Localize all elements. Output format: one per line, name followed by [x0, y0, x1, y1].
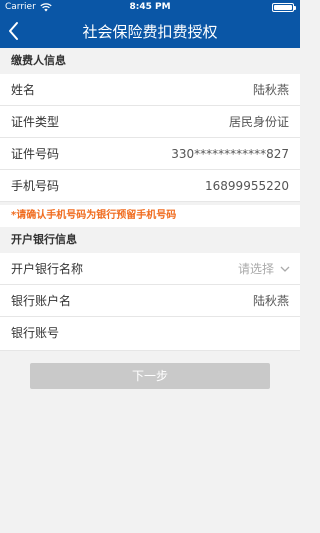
phone-warning: *请确认手机号码为银行预留手机号码	[0, 205, 300, 227]
row-id-number: 证件号码 330************827	[0, 138, 300, 170]
id-number-label: 证件号码	[11, 147, 60, 161]
status-time: 8:45 PM	[129, 2, 171, 12]
account-number-field[interactable]: 银行账号	[0, 317, 300, 351]
bank-name-label: 开户银行名称	[11, 262, 84, 276]
phone-value: 16899955220	[205, 179, 289, 193]
account-name-row[interactable]: 银行账户名 陆秋燕	[0, 285, 300, 317]
account-name-label: 银行账户名	[11, 294, 72, 308]
id-type-value: 居民身份证	[228, 115, 289, 129]
account-number-label: 银行账号	[11, 326, 60, 340]
name-value: 陆秋燕	[252, 83, 289, 97]
bank-section-header: 开户银行信息	[0, 227, 300, 253]
next-button[interactable]: 下一步	[30, 363, 270, 389]
id-number-value: 330************827	[171, 147, 289, 161]
nav-bar: 社会保险费扣费授权	[0, 16, 300, 46]
row-id-type: 证件类型 居民身份证	[0, 106, 300, 138]
page-title: 社会保险费扣费授权	[82, 23, 218, 41]
top-bar: Carrier 8:45 PM 社会保险费扣费授权	[0, 0, 300, 48]
payer-section-header: 缴费人信息	[0, 48, 300, 74]
id-type-label: 证件类型	[11, 115, 60, 129]
bank-name-placeholder: 请选择	[237, 262, 274, 276]
row-phone: 手机号码 16899955220	[0, 170, 300, 202]
status-bar: Carrier 8:45 PM	[0, 0, 300, 14]
battery-icon	[272, 3, 296, 12]
bank-name-select[interactable]: 开户银行名称 请选择	[0, 253, 300, 285]
chevron-down-icon	[280, 266, 290, 272]
name-label: 姓名	[11, 83, 36, 97]
phone-label: 手机号码	[11, 179, 60, 193]
account-name-value: 陆秋燕	[252, 294, 289, 308]
row-name: 姓名 陆秋燕	[0, 74, 300, 106]
